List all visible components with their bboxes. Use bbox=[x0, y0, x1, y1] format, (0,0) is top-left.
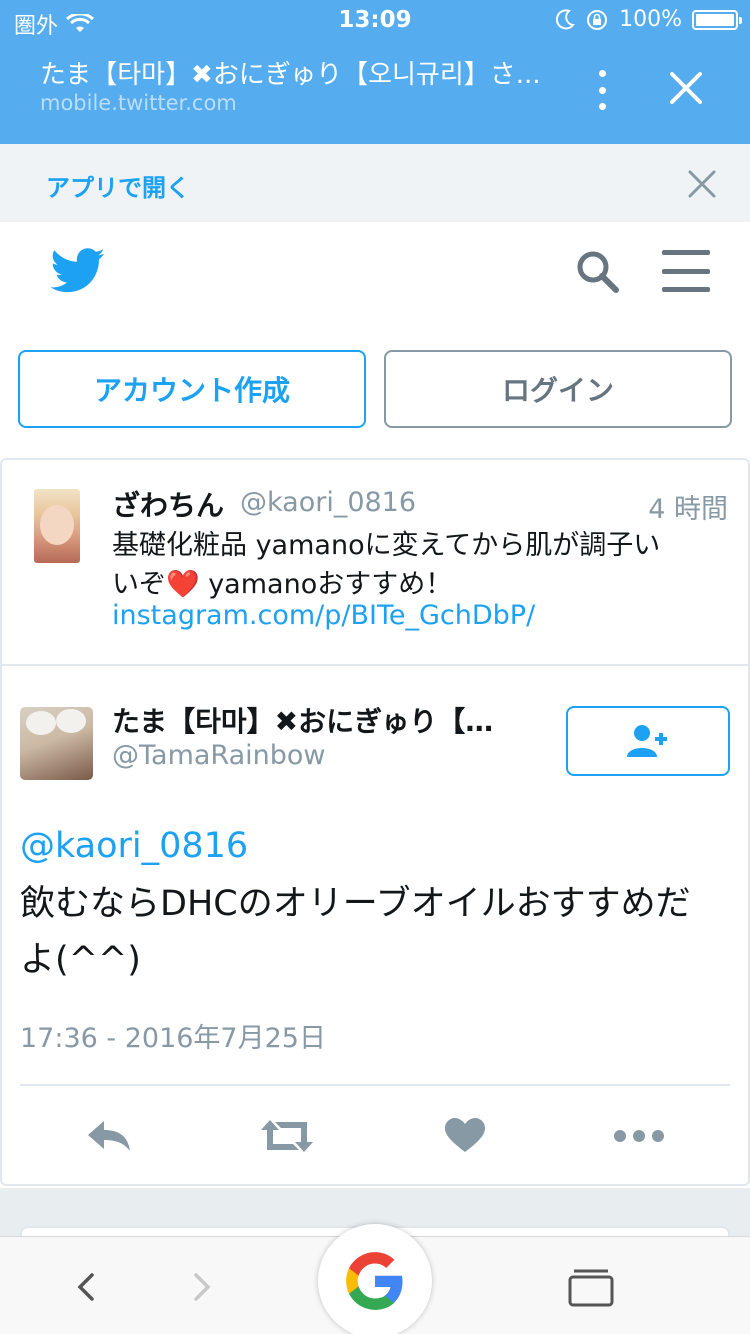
like-button[interactable] bbox=[444, 1116, 486, 1156]
parent-tweet-line2-start: いぞ bbox=[112, 569, 166, 600]
open-in-app-banner: アプリで開く bbox=[0, 144, 750, 222]
more-options-icon[interactable] bbox=[590, 70, 614, 110]
rotation-lock-icon bbox=[587, 9, 608, 30]
mention-link[interactable]: @kaori_0816 bbox=[20, 826, 248, 866]
retweet-button[interactable] bbox=[258, 1116, 316, 1156]
main-tweet-avatar[interactable] bbox=[20, 707, 93, 780]
main-tweet-date[interactable]: 17:36 - 2016年7月25日 bbox=[20, 1016, 326, 1055]
follow-button[interactable] bbox=[566, 706, 730, 776]
search-icon[interactable] bbox=[574, 248, 620, 294]
google-g-icon bbox=[346, 1252, 403, 1310]
parent-tweet-text: 基礎化粧品 yamanoに変えてから肌が調子い いぞ❤️ yamanoおすすめ！ bbox=[112, 526, 722, 604]
actions-divider bbox=[20, 1084, 730, 1086]
parent-tweet-line1: 基礎化粧品 yamanoに変えてから肌が調子い bbox=[112, 530, 661, 561]
main-tweet-text: 飲むならDHCのオリーブオイルおすすめだよ(^^) bbox=[20, 884, 691, 980]
main-tweet-name[interactable]: たま【타마】✖おにぎゅり【… bbox=[112, 700, 532, 740]
page-title: たま【타마】✖おにぎゅり【오니규리】さ... bbox=[40, 60, 541, 90]
retweet-icon bbox=[261, 1120, 313, 1152]
status-bar: 圏外 13:09 100% bbox=[0, 0, 750, 40]
parent-tweet-handle[interactable]: @kaori_0816 bbox=[240, 487, 416, 518]
reply-icon bbox=[88, 1121, 130, 1151]
page-url: mobile.twitter.com bbox=[40, 91, 237, 115]
signup-button[interactable]: アカウント作成 bbox=[18, 350, 366, 428]
heart-icon bbox=[445, 1118, 485, 1152]
parent-tweet-line2-end: yamanoおすすめ！ bbox=[199, 569, 453, 600]
heart-emoji: ❤️ bbox=[166, 569, 200, 600]
tweet-divider bbox=[0, 664, 750, 666]
parent-tweet-link[interactable]: instagram.com/p/BITe_GchDbP/ bbox=[112, 600, 535, 631]
parent-tweet-avatar[interactable] bbox=[34, 489, 80, 563]
battery-icon bbox=[692, 9, 742, 30]
moon-icon bbox=[556, 8, 575, 29]
hamburger-menu-icon[interactable] bbox=[662, 250, 710, 292]
reply-button[interactable] bbox=[84, 1116, 134, 1156]
more-dots-icon bbox=[614, 1130, 664, 1142]
parent-tweet-time[interactable]: 4 時間 bbox=[648, 487, 728, 526]
parent-tweet-line2: いぞ❤️ yamanoおすすめ！ bbox=[112, 565, 722, 604]
main-tweet-handle[interactable]: @TamaRainbow bbox=[112, 740, 325, 771]
tabs-icon[interactable] bbox=[568, 1267, 614, 1307]
open-in-app-link[interactable]: アプリで開く bbox=[46, 168, 190, 203]
dismiss-banner-icon[interactable] bbox=[686, 168, 718, 200]
close-tab-icon[interactable] bbox=[668, 70, 704, 106]
add-user-icon bbox=[627, 725, 667, 757]
more-actions-button[interactable] bbox=[612, 1116, 666, 1156]
battery-percent: 100% bbox=[619, 7, 682, 32]
parent-tweet-name[interactable]: ざわちん bbox=[112, 484, 224, 524]
google-search-button[interactable] bbox=[318, 1224, 432, 1334]
back-arrow-icon[interactable] bbox=[72, 1273, 100, 1301]
forward-arrow-icon[interactable] bbox=[188, 1273, 216, 1301]
login-button[interactable]: ログイン bbox=[384, 350, 732, 428]
browser-header: 圏外 13:09 100% たま【타마】✖おにぎゅり【오니규리】さ... mob… bbox=[0, 0, 750, 144]
twitter-bird-icon[interactable] bbox=[50, 248, 106, 294]
